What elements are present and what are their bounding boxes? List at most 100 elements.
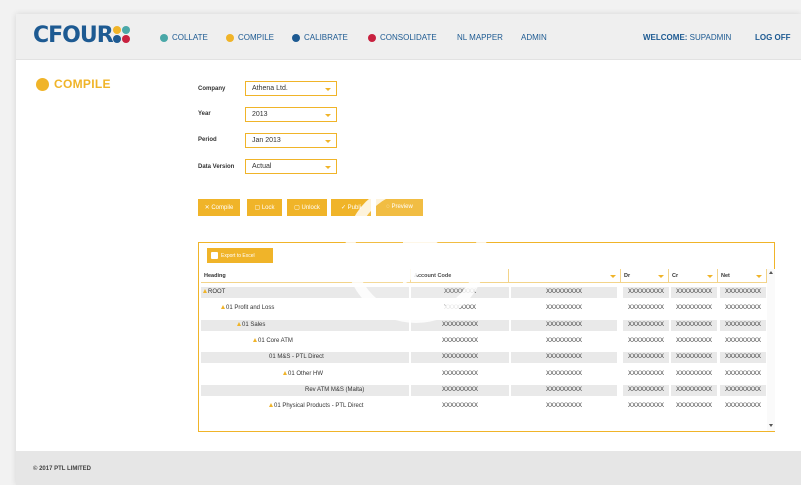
nav-item-collate[interactable]: COLLATE xyxy=(160,33,208,42)
nav-item-admin[interactable]: ADMIN xyxy=(521,33,547,42)
cr-cell: XXXXXXXXX xyxy=(671,384,717,396)
dr-cell: XXXXXXXXX xyxy=(623,287,669,298)
year-label: Year xyxy=(198,111,211,117)
net-cell: XXXXXXXXX xyxy=(720,319,766,331)
scroll-down-icon[interactable] xyxy=(769,424,773,427)
account-code-cell: XXXXXXXXX xyxy=(411,384,509,396)
compile-tree-grid: Export to Excel Heading Account Code Dr … xyxy=(198,242,775,432)
cr-cell: XXXXXXXXX xyxy=(671,287,717,298)
consolidate-dot-icon xyxy=(368,33,376,42)
nav-item-calibrate[interactable]: CALIBRATE xyxy=(292,33,348,42)
tree-expand-icon[interactable] xyxy=(237,321,241,326)
check-icon: ✓ xyxy=(340,205,348,211)
lock-button[interactable]: ▢ Lock xyxy=(247,199,282,216)
collate-dot-icon xyxy=(160,33,168,42)
net-cell: XXXXXXXXX xyxy=(724,337,762,344)
col3-cell: XXXXXXXXX xyxy=(511,384,617,396)
account-code-cell: XXXXXXXXX xyxy=(411,352,509,364)
excel-icon xyxy=(211,252,218,259)
cr-cell: XXXXXXXXX xyxy=(675,403,713,410)
column-header-net[interactable]: Net xyxy=(718,269,767,283)
export-to-excel-button[interactable]: Export to Excel xyxy=(207,248,273,263)
tree-expand-icon[interactable] xyxy=(253,337,257,342)
account-code-cell: XXXXXXXXX xyxy=(441,403,479,410)
calibrate-dot-icon xyxy=(292,33,300,42)
column-header-cr[interactable]: Cr xyxy=(669,269,718,283)
net-cell: XXXXXXXXX xyxy=(720,384,766,396)
unlock-button[interactable]: ▢ Unlock xyxy=(287,199,327,216)
filter-caret-icon[interactable] xyxy=(756,275,762,278)
play-icon xyxy=(403,219,451,285)
col3-cell: XXXXXXXXX xyxy=(545,403,583,410)
logo-dots-icon xyxy=(113,26,131,44)
scroll-up-icon[interactable] xyxy=(769,271,773,274)
compile-title-icon xyxy=(36,77,49,91)
nav-item-compile[interactable]: COMPILE xyxy=(226,33,274,42)
welcome-user: WELCOME: SUPADMIN xyxy=(643,33,732,42)
lock-icon: ▢ xyxy=(254,205,262,211)
filter-caret-icon[interactable] xyxy=(707,275,713,278)
col3-cell: XXXXXXXXX xyxy=(511,352,617,364)
page-title: COMPILE xyxy=(36,77,111,91)
col3-cell: XXXXXXXXX xyxy=(545,305,583,312)
unlock-icon: ▢ xyxy=(294,205,302,211)
top-navigation-bar: CFOUR COLLATE COMPILE CALIBRATE CONSOLID… xyxy=(16,14,801,60)
chevron-down-icon xyxy=(325,88,331,91)
cr-cell: XXXXXXXXX xyxy=(671,319,717,331)
col3-cell: XXXXXXXXX xyxy=(545,337,583,344)
cr-cell: XXXXXXXXX xyxy=(671,352,717,364)
data-version-select[interactable]: Actual xyxy=(245,159,337,174)
data-version-label: Data Version xyxy=(198,164,235,170)
filter-caret-icon[interactable] xyxy=(658,275,664,278)
tree-row-heading[interactable]: Rev ATM M&S (Malta) xyxy=(201,384,409,396)
vertical-scrollbar[interactable] xyxy=(767,269,775,431)
account-code-cell: XXXXXXXXX xyxy=(441,370,479,377)
tree-row-heading[interactable]: 01 Sales xyxy=(201,319,409,331)
dr-cell: XXXXXXXXX xyxy=(627,305,665,312)
col3-cell: XXXXXXXXX xyxy=(545,370,583,377)
tree-row-heading[interactable]: 01 Physical Products - PTL Direct xyxy=(201,401,409,412)
cr-cell: XXXXXXXXX xyxy=(675,305,713,312)
tree-expand-icon[interactable] xyxy=(269,403,273,408)
dr-cell: XXXXXXXXX xyxy=(627,370,665,377)
dr-cell: XXXXXXXXX xyxy=(623,384,669,396)
tree-row-heading[interactable]: 01 Core ATM xyxy=(201,336,409,347)
net-cell: XXXXXXXXX xyxy=(724,305,762,312)
company-select[interactable]: Athena Ltd. xyxy=(245,81,337,96)
log-off-link[interactable]: LOG OFF xyxy=(755,33,791,42)
compile-button[interactable]: ✕ Compile xyxy=(198,199,240,216)
period-label: Period xyxy=(198,137,217,143)
net-cell: XXXXXXXXX xyxy=(724,403,762,410)
cr-cell: XXXXXXXXX xyxy=(675,370,713,377)
period-select[interactable]: Jan 2013 xyxy=(245,133,337,148)
tree-expand-icon[interactable] xyxy=(221,305,225,310)
net-cell: XXXXXXXXX xyxy=(724,370,762,377)
company-label: Company xyxy=(198,86,226,92)
tree-expand-icon[interactable] xyxy=(203,289,207,293)
nav-item-consolidate[interactable]: CONSOLIDATE xyxy=(368,33,437,42)
tree-row-heading[interactable]: 01 M&S - PTL Direct xyxy=(201,352,409,364)
tree-expand-icon[interactable] xyxy=(283,370,287,375)
chevron-down-icon xyxy=(325,114,331,117)
account-code-cell: XXXXXXXXX xyxy=(441,337,479,344)
chevron-down-icon xyxy=(325,140,331,143)
footer: © 2017 PTL LIMITED xyxy=(16,451,801,485)
col3-cell: XXXXXXXXX xyxy=(511,287,617,298)
nav-item-nl-mapper[interactable]: NL MAPPER xyxy=(457,33,503,42)
chevron-down-icon xyxy=(325,166,331,169)
dr-cell: XXXXXXXXX xyxy=(623,319,669,331)
dr-cell: XXXXXXXXX xyxy=(627,337,665,344)
net-cell: XXXXXXXXX xyxy=(720,352,766,364)
play-video-button[interactable] xyxy=(345,181,487,323)
filter-caret-icon[interactable] xyxy=(610,275,616,278)
net-cell: XXXXXXXXX xyxy=(720,287,766,298)
year-select[interactable]: 2013 xyxy=(245,107,337,122)
app-logo[interactable]: CFOUR xyxy=(33,23,114,48)
column-header-3[interactable] xyxy=(509,269,621,283)
dr-cell: XXXXXXXXX xyxy=(627,403,665,410)
column-header-dr[interactable]: Dr xyxy=(621,269,669,283)
col3-cell: XXXXXXXXX xyxy=(511,319,617,331)
cr-cell: XXXXXXXXX xyxy=(675,337,713,344)
dr-cell: XXXXXXXXX xyxy=(623,352,669,364)
tree-row-heading[interactable]: 01 Other HW xyxy=(201,369,409,380)
